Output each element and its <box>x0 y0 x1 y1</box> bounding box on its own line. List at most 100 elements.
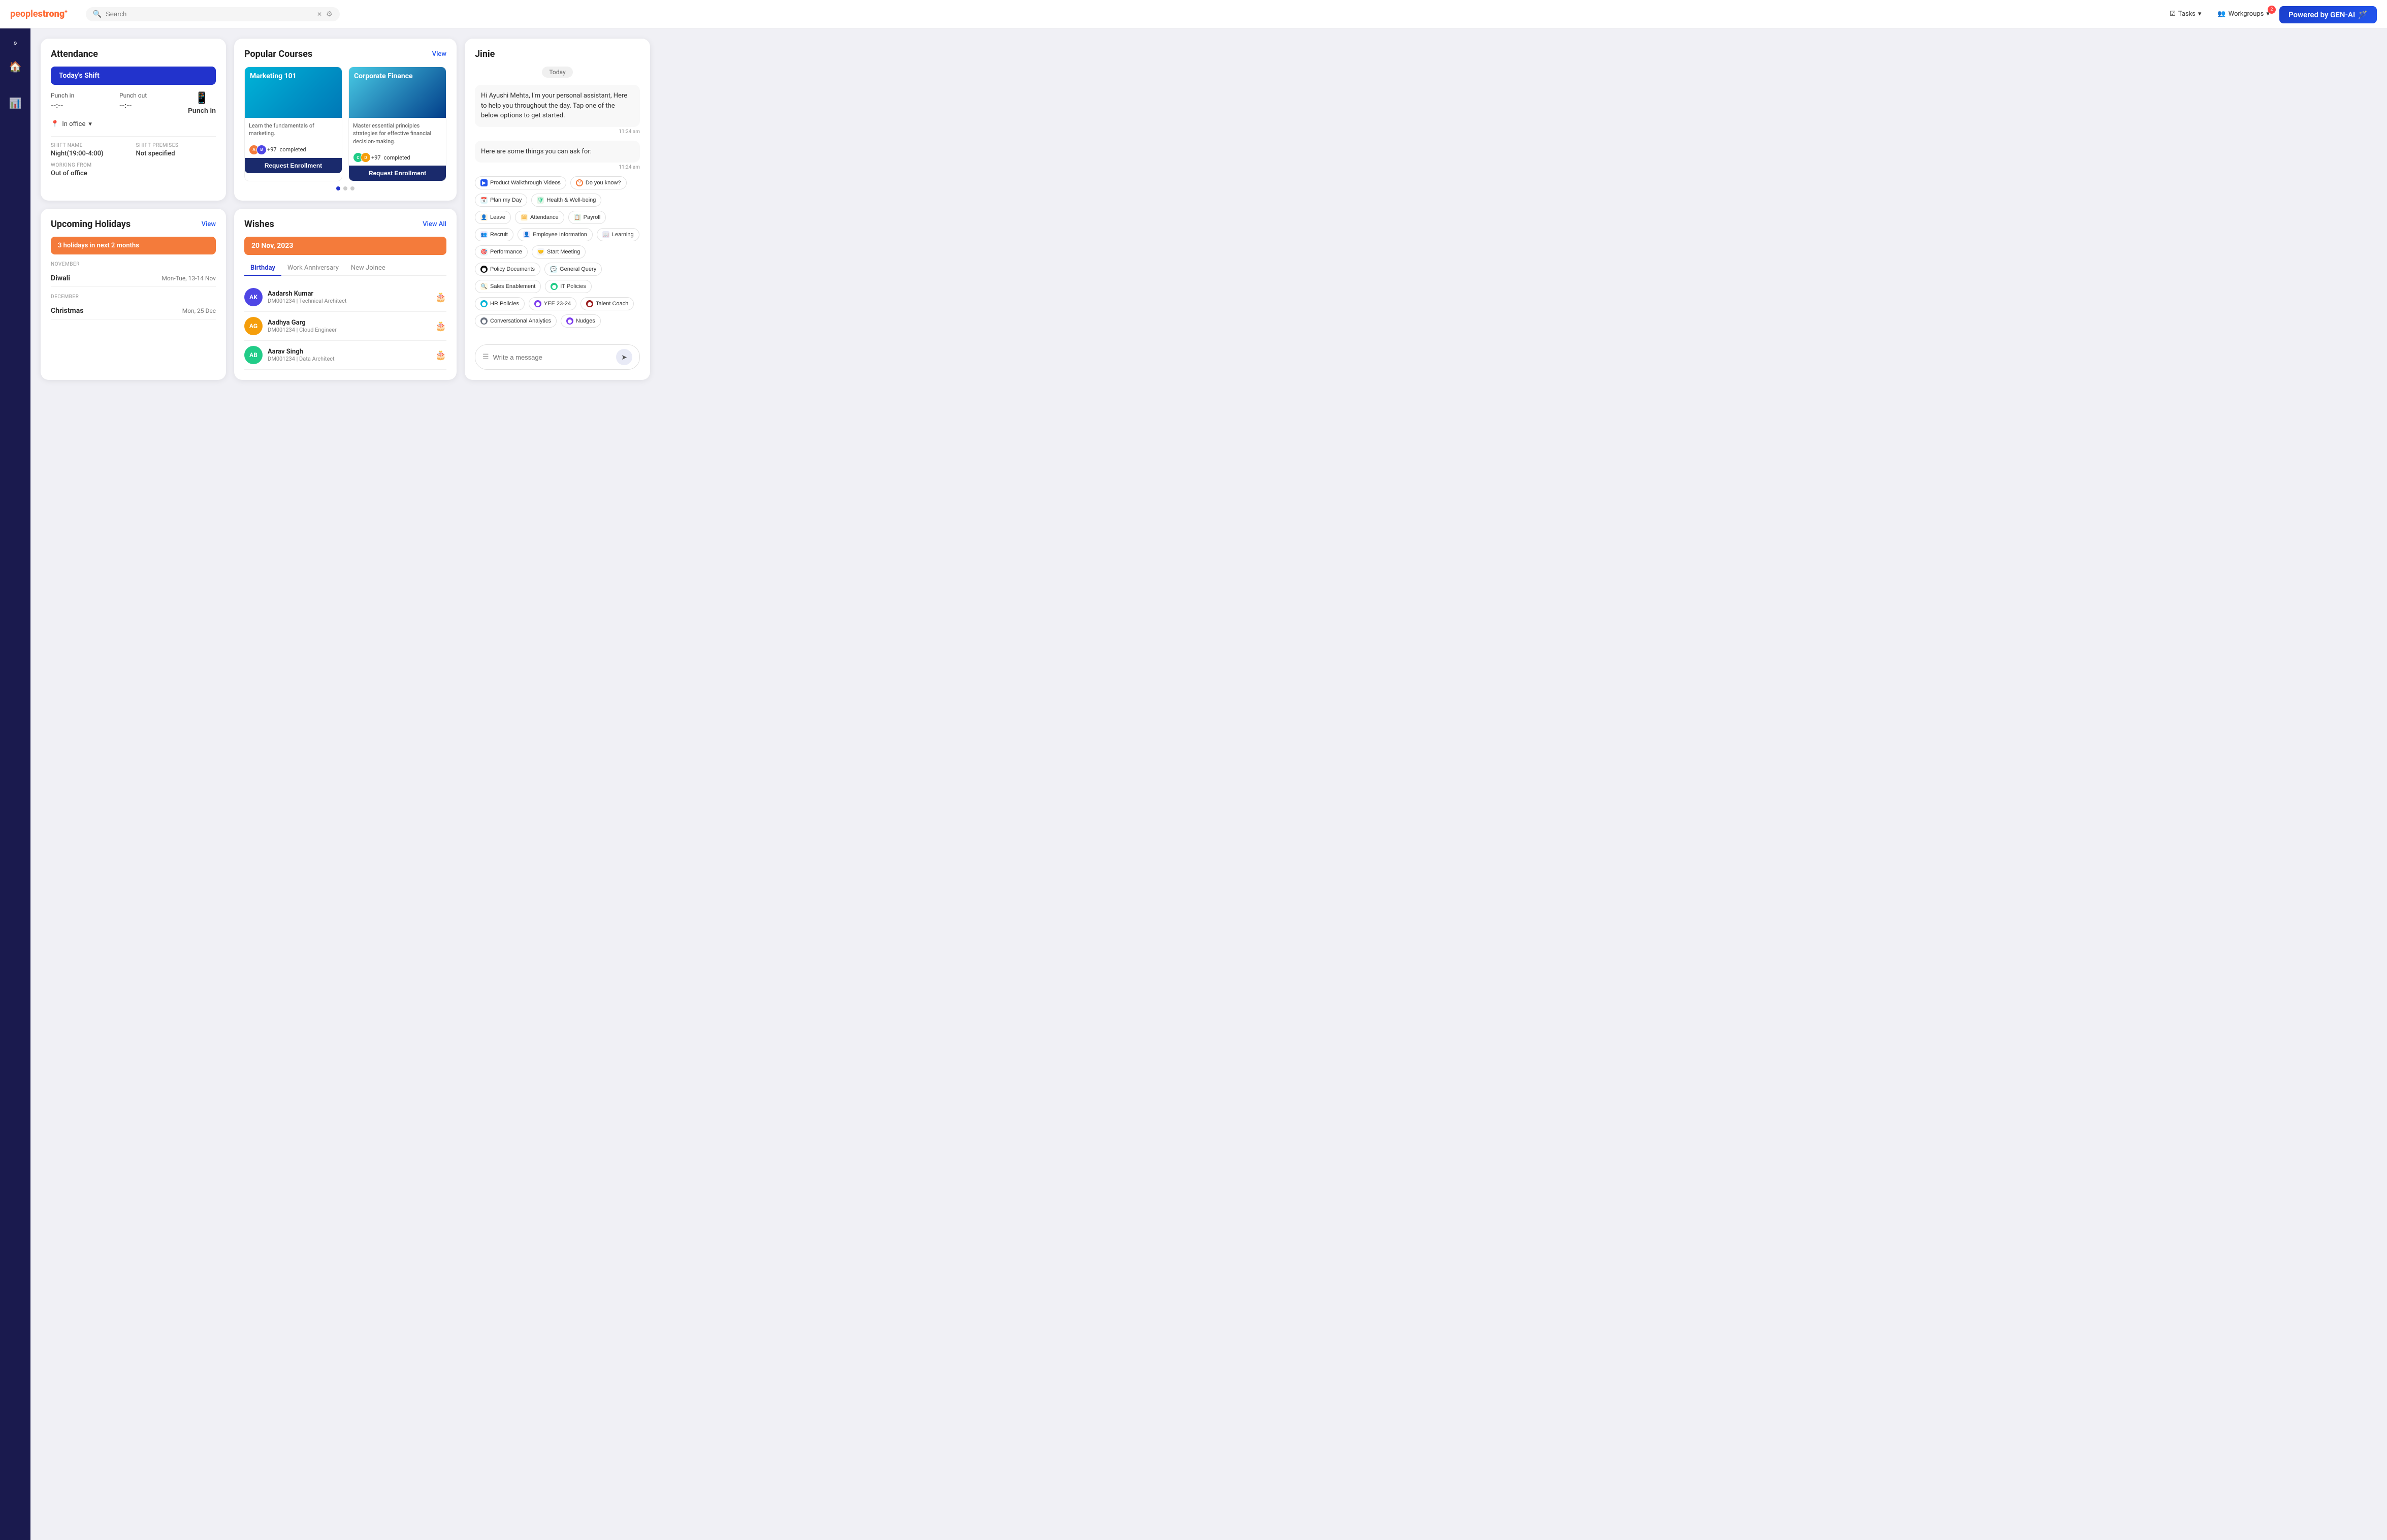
punch-in-col: Punch in --:-- <box>51 92 111 110</box>
avatar-stack-0: A B <box>249 145 264 155</box>
qa-btn-yee[interactable]: ⬤ YEE 23-24 <box>529 297 576 310</box>
top-nav: peoplestrong+ 🔍 ✕ ⚙ ☑ Tasks ▾ 👥 Workgrou… <box>0 0 2387 28</box>
wish-item-0: AK Aadarsh Kumar DM001234 | Technical Ar… <box>244 283 446 312</box>
gen-ai-icon: 🪄 <box>2358 10 2368 19</box>
enroll-btn-0[interactable]: Request Enrollment <box>245 158 342 173</box>
punch-in-button[interactable]: Punch in <box>188 107 216 114</box>
tab-work-anniversary[interactable]: Work Anniversary <box>281 261 345 276</box>
dot-0[interactable] <box>336 186 340 190</box>
qa-label-plan-day: Plan my Day <box>490 197 522 203</box>
wishes-card: Wishes View All 20 Nov, 2023 Birthday Wo… <box>234 209 457 380</box>
qa-btn-leave[interactable]: 👤 Leave <box>475 211 511 224</box>
chat-input[interactable] <box>493 354 612 361</box>
qa-icon-leave: 👤 <box>480 214 488 221</box>
christmas-name: Christmas <box>51 307 83 315</box>
wish-meta-0: DM001234 | Technical Architect <box>268 298 430 304</box>
qa-btn-health[interactable]: 🛡 Health & Well-being <box>531 194 601 207</box>
qa-icon-it-policies: ⬤ <box>551 283 558 290</box>
qa-btn-product-walkthrough[interactable]: ▶ Product Walkthrough Videos <box>475 176 566 189</box>
qa-btn-hr-policies[interactable]: ⬤ HR Policies <box>475 297 525 310</box>
qa-icon-employee-info: 👤 <box>523 231 530 238</box>
shift-premises-label: SHIFT PREMISES <box>136 143 216 148</box>
quick-actions: ▶ Product Walkthrough Videos ? Do you kn… <box>475 176 640 328</box>
greeting-time: 11:24 am <box>475 129 640 135</box>
courses-header: Popular Courses View <box>244 49 446 59</box>
sidebar-item-analytics[interactable]: 📊 <box>4 92 27 114</box>
wish-meta-2: DM001234 | Data Architect <box>268 356 430 362</box>
clear-search-icon[interactable]: ✕ <box>317 11 322 18</box>
qa-btn-it-policies[interactable]: ⬤ IT Policies <box>545 280 592 293</box>
qa-btn-general-query[interactable]: 💬 General Query <box>544 263 602 276</box>
punch-btn-col: 📱 Punch in <box>188 92 216 114</box>
holidays-card: Upcoming Holidays View 3 holidays in nex… <box>41 209 226 380</box>
course-completed-0: completed <box>280 146 306 153</box>
send-button[interactable]: ➤ <box>616 349 632 365</box>
qa-label-start-meeting: Start Meeting <box>547 249 580 255</box>
qa-btn-payroll[interactable]: 📋 Payroll <box>568 211 606 224</box>
search-input[interactable] <box>106 10 313 18</box>
qa-btn-start-meeting[interactable]: 🤝 Start Meeting <box>532 245 586 259</box>
courses-title: Popular Courses <box>244 49 312 59</box>
qa-label-sales-enablement: Sales Enablement <box>490 283 535 290</box>
workgroups-badge: 2 <box>2268 6 2276 14</box>
courses-view-link[interactable]: View <box>432 50 446 58</box>
qa-icon-hr-policies: ⬤ <box>480 300 488 307</box>
working-from-block: WORKING FROM Out of office <box>51 163 216 177</box>
working-from-value: Out of office <box>51 170 216 177</box>
search-bar[interactable]: 🔍 ✕ ⚙ <box>86 7 340 21</box>
course-item-0: Marketing 101 Learn the fundamentals of … <box>244 67 342 181</box>
qa-icon-nudges: ⬤ <box>566 317 573 325</box>
holidays-view-link[interactable]: View <box>202 220 216 228</box>
search-icon: 🔍 <box>93 10 102 18</box>
logo-text: peoplestrong+ <box>10 9 68 19</box>
qa-label-talent-coach: Talent Coach <box>596 301 628 307</box>
qa-btn-recruit[interactable]: 👥 Recruit <box>475 228 513 241</box>
tab-new-joinee[interactable]: New Joinee <box>345 261 392 276</box>
qa-btn-policy-docs[interactable]: ⬤ Policy Documents <box>475 263 540 276</box>
tab-birthday[interactable]: Birthday <box>244 261 281 276</box>
qa-icon-performance: 🎯 <box>480 248 488 255</box>
wish-cake-icon-0: 🎂 <box>435 292 446 303</box>
course-item-1: Corporate Finance Master essential princ… <box>348 67 446 181</box>
location-row[interactable]: 📍 In office ▾ <box>51 120 216 128</box>
jinie-title: Jinie <box>475 49 640 59</box>
qa-btn-learning[interactable]: 📖 Learning <box>597 228 639 241</box>
qa-label-learning: Learning <box>612 232 634 238</box>
wishes-view-all-link[interactable]: View All <box>423 220 446 228</box>
qa-icon-payroll: 📋 <box>574 214 581 221</box>
punch-out-col: Punch out --:-- <box>119 92 180 110</box>
qa-label-employee-info: Employee Information <box>533 232 587 238</box>
wish-initials-0: AK <box>249 294 257 301</box>
qa-btn-nudges[interactable]: ⬤ Nudges <box>561 314 601 328</box>
holiday-christmas: Christmas Mon, 25 Dec <box>51 303 216 319</box>
punch-out-time: --:-- <box>119 101 180 110</box>
tasks-button[interactable]: ☑ Tasks ▾ <box>2166 8 2205 20</box>
filter-icon[interactable]: ⚙ <box>326 10 333 18</box>
qa-btn-performance[interactable]: 🎯 Performance <box>475 245 528 259</box>
qa-btn-plan-day[interactable]: 📅 Plan my Day <box>475 194 527 207</box>
sidebar-toggle[interactable]: » <box>9 34 21 51</box>
qa-btn-talent-coach[interactable]: ⬤ Talent Coach <box>580 297 634 310</box>
wish-info-0: Aadarsh Kumar DM001234 | Technical Archi… <box>268 290 430 304</box>
workgroups-button[interactable]: 👥 Workgroups ▾ <box>2213 8 2274 20</box>
dot-1[interactable] <box>343 186 347 190</box>
sidebar-item-home[interactable]: 🏠 <box>4 55 27 78</box>
qa-icon-start-meeting: 🤝 <box>537 248 544 255</box>
qa-btn-do-you-know[interactable]: ? Do you know? <box>570 176 627 189</box>
course-dots <box>244 186 446 190</box>
tasks-label: Tasks <box>2178 10 2196 18</box>
qa-label-policy-docs: Policy Documents <box>490 266 535 272</box>
holidays-title: Upcoming Holidays <box>51 219 131 230</box>
qa-btn-sales-enablement[interactable]: 🔍 Sales Enablement <box>475 280 541 293</box>
qa-label-attendance: Attendance <box>530 214 559 220</box>
qa-icon-talent-coach: ⬤ <box>586 300 593 307</box>
logo[interactable]: peoplestrong+ <box>10 9 68 19</box>
qa-icon-policy-docs: ⬤ <box>480 266 488 273</box>
qa-btn-conv-analytics[interactable]: ⬤ Conversational Analytics <box>475 314 557 328</box>
wish-item-2: AB Aarav Singh DM001234 | Data Architect… <box>244 341 446 370</box>
qa-btn-employee-info[interactable]: 👤 Employee Information <box>518 228 593 241</box>
enroll-btn-1[interactable]: Request Enrollment <box>349 166 446 181</box>
qa-icon-general-query: 💬 <box>550 266 557 273</box>
qa-btn-attendance[interactable]: 🗓 Attendance <box>515 211 564 224</box>
dot-2[interactable] <box>350 186 354 190</box>
